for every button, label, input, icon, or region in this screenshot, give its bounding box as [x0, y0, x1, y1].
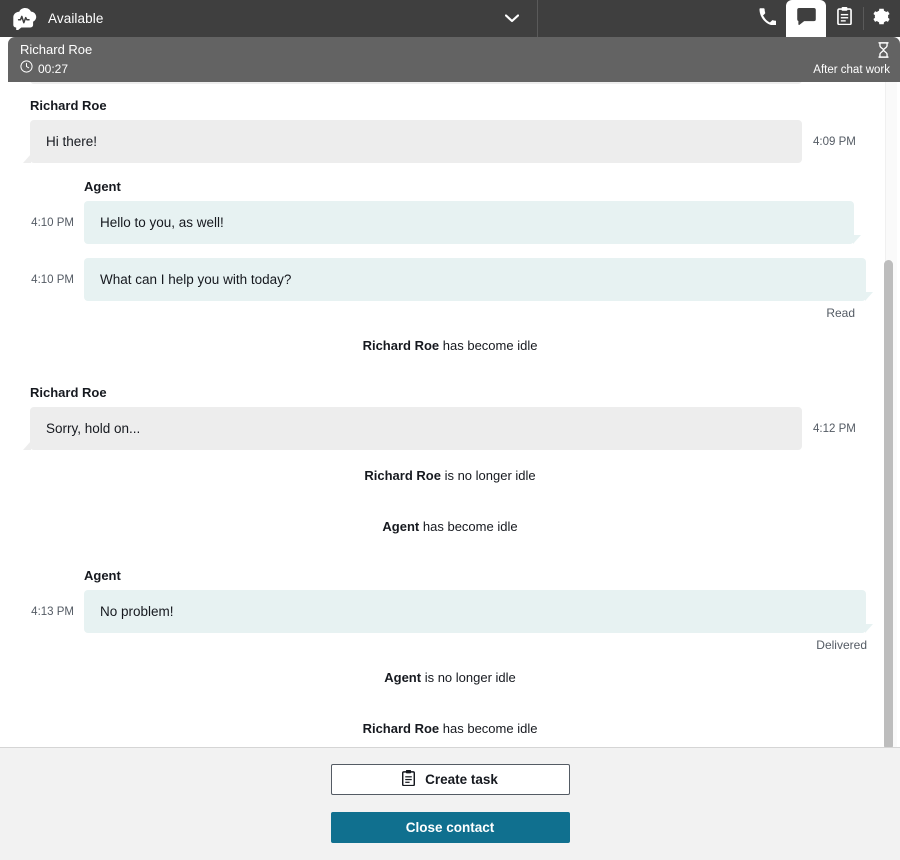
system-event-who: Richard Roe — [362, 721, 440, 736]
close-contact-label: Close contact — [405, 820, 495, 835]
transcript-scrollbar-track[interactable] — [884, 82, 897, 747]
system-event: Richard Roe has become idle — [0, 320, 900, 371]
tasks-tab[interactable] — [826, 0, 863, 37]
message-line: 4:10 PM What can I help you with today? — [0, 258, 900, 301]
system-event: Agent has become idle — [0, 501, 900, 552]
message-timestamp: 4:13 PM — [31, 605, 74, 618]
system-event-text: has become idle — [442, 721, 538, 736]
close-contact-button[interactable]: Close contact — [330, 812, 570, 843]
message-line: 4:10 PM Hello to you, as well! — [0, 201, 900, 244]
contact-identity: Richard Roe 00:27 — [20, 42, 92, 78]
system-event: Richard Roe has become idle — [0, 703, 900, 747]
message-sender: Richard Roe — [30, 385, 107, 400]
phone-icon — [759, 7, 778, 30]
active-contact-card[interactable]: Richard Roe 00:27 After chat work — [8, 37, 900, 82]
transcript-scrollbar-thumb[interactable] — [884, 260, 893, 747]
chat-tab[interactable] — [786, 0, 826, 37]
clipboard-icon — [402, 770, 416, 789]
message-bubble: No problem! — [84, 590, 873, 633]
contact-header: Richard Roe 00:27 After chat work — [0, 37, 900, 82]
message-item: 4:10 PM What can I help you with today? … — [0, 258, 900, 320]
top-bar: Available — [0, 0, 900, 37]
system-event-who: Agent — [384, 670, 422, 685]
clipboard-icon — [837, 7, 852, 30]
message-sender: Agent — [84, 179, 121, 194]
connect-cloud-logo-icon — [12, 6, 38, 32]
clipped-message-bubble — [30, 82, 802, 84]
agent-status-label: Available — [48, 11, 104, 26]
message-sender: Richard Roe — [30, 98, 107, 113]
system-event-text: has become idle — [422, 519, 518, 534]
message-line: Sorry, hold on... 4:12 PM — [0, 407, 900, 450]
chat-transcript-panel: Richard Roe Hi there! 4:09 PM Agent 4:10… — [0, 82, 900, 748]
chat-transcript-scroll[interactable]: Richard Roe Hi there! 4:09 PM Agent 4:10… — [0, 82, 900, 747]
message-line: Hi there! 4:09 PM — [0, 120, 900, 163]
message-timestamp: 4:10 PM — [31, 216, 74, 229]
hourglass-icon — [877, 42, 890, 63]
message-bubble: Sorry, hold on... — [23, 407, 802, 450]
system-event-text: is no longer idle — [444, 468, 536, 483]
contact-timer: 00:27 — [38, 61, 69, 76]
phone-tab[interactable] — [749, 0, 786, 37]
ccp-window: Available Richard Roe 00:27 After chat w… — [0, 0, 900, 860]
create-task-button[interactable]: Create task — [330, 764, 570, 795]
message-sender: Agent — [84, 568, 121, 583]
chevron-down-icon[interactable] — [505, 12, 519, 26]
system-event-text: has become idle — [442, 338, 538, 353]
contact-state: After chat work — [813, 42, 890, 77]
message-line: 4:13 PM No problem! — [0, 590, 900, 633]
chat-bubble-icon — [796, 7, 816, 30]
system-event: Agent is no longer idle — [0, 652, 900, 703]
message-receipt: Delivered — [816, 638, 867, 652]
message-bubble: Hello to you, as well! — [84, 201, 861, 244]
create-task-label: Create task — [425, 772, 498, 787]
top-bar-tools — [538, 0, 900, 37]
contact-state-label: After chat work — [813, 64, 890, 76]
clock-icon — [20, 59, 33, 78]
message-item: Richard Roe Hi there! 4:09 PM — [0, 98, 900, 163]
message-item: Agent 4:13 PM No problem! Delivered — [0, 568, 900, 652]
gear-icon — [873, 8, 890, 30]
message-item: Richard Roe Sorry, hold on... 4:12 PM — [0, 385, 900, 450]
message-bubble: Hi there! — [23, 120, 802, 163]
message-timestamp: 4:10 PM — [31, 273, 74, 286]
agent-status-selector[interactable]: Available — [0, 0, 538, 37]
settings-tab[interactable] — [863, 0, 900, 37]
message-timestamp: 4:12 PM — [813, 422, 856, 435]
contact-timer-row: 00:27 — [20, 59, 92, 78]
contact-name: Richard Roe — [20, 41, 93, 57]
system-event-who: Richard Roe — [362, 338, 440, 353]
system-event-who: Richard Roe — [364, 468, 441, 483]
message-bubble: What can I help you with today? — [84, 258, 873, 301]
system-event-who: Agent — [382, 519, 420, 534]
message-timestamp: 4:09 PM — [813, 135, 856, 148]
message-receipt: Read — [826, 306, 855, 320]
message-item: Agent 4:10 PM Hello to you, as well! — [0, 179, 900, 244]
contact-actions-footer: Create task Close contact — [0, 748, 900, 860]
system-event-text: is no longer idle — [424, 670, 516, 685]
system-event: Richard Roe is no longer idle — [0, 450, 900, 501]
